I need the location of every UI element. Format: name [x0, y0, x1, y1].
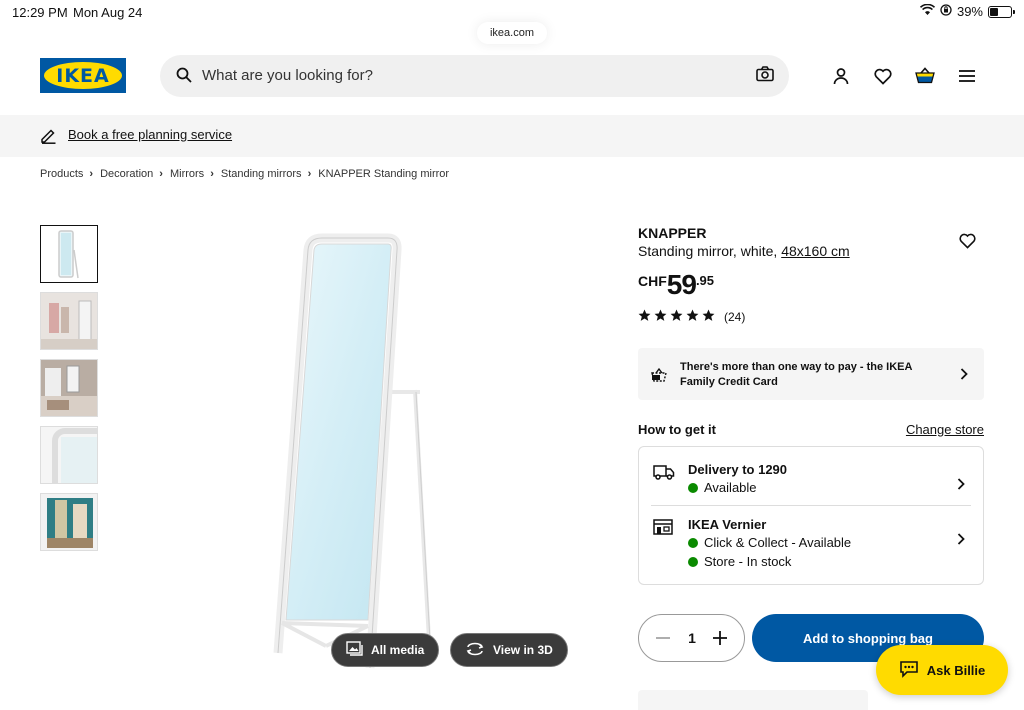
star-icon [654, 309, 667, 325]
product-size-link[interactable]: 48x160 cm [781, 243, 849, 259]
decrease-quantity-button[interactable] [654, 628, 672, 653]
click-collect-status: Click & Collect - Available [688, 535, 851, 550]
planning-banner: Book a free planning service [0, 115, 1024, 157]
breadcrumb-item[interactable]: Decoration [100, 168, 153, 180]
star-icon [702, 309, 715, 325]
profile-icon[interactable] [831, 66, 851, 86]
click-collect-text: Click & Collect - Available [704, 535, 852, 550]
chevron-right-icon [960, 367, 968, 385]
chat-bubble-icon [899, 660, 919, 681]
battery-icon [988, 5, 1015, 18]
camera-search-icon[interactable] [756, 66, 774, 87]
star-icon [670, 309, 683, 325]
shopping-bag-icon[interactable] [915, 66, 935, 86]
review-count: (24) [724, 310, 746, 324]
product-info: KNAPPER Standing mirror, white, 48x160 c… [638, 225, 984, 325]
rating[interactable]: (24) [638, 309, 984, 325]
orientation-lock-icon [940, 4, 952, 19]
thumbnail-list [40, 225, 98, 560]
how-to-get-heading: How to get it [638, 422, 716, 437]
view-3d-button[interactable]: View in 3D [450, 633, 568, 667]
thumbnail-mirror-front[interactable] [40, 225, 98, 283]
pencil-icon [40, 127, 57, 149]
star-icon [638, 309, 651, 325]
add-to-favorites-heart-icon[interactable] [959, 233, 976, 254]
delivery-row[interactable]: Delivery to 1290 Available [651, 462, 971, 502]
credit-card-promo[interactable]: There's more than one way to pay - the I… [638, 348, 984, 400]
thumbnail-frame-closeup[interactable] [40, 426, 98, 484]
quantity-stepper: 1 [638, 614, 745, 662]
status-bar: 12:29 PM Mon Aug 24 39% [0, 0, 1024, 24]
product-description: Standing mirror, white, 48x160 cm [638, 243, 984, 259]
all-media-button[interactable]: All media [331, 633, 440, 667]
rotate-3d-icon [465, 642, 485, 659]
price-currency: CHF [638, 273, 667, 289]
quantity-value[interactable]: 1 [686, 630, 698, 646]
site-header: IKEA What are you looking for? [0, 50, 1024, 110]
divider [651, 505, 971, 506]
chevron-right-icon [957, 477, 965, 495]
breadcrumb-item[interactable]: KNAPPER Standing mirror [318, 168, 449, 180]
search-input[interactable]: What are you looking for? [160, 55, 789, 97]
store-icon [653, 519, 673, 540]
planning-service-link[interactable]: Book a free planning service [68, 127, 232, 142]
star-icon [686, 309, 699, 325]
product-type: Standing mirror, white, [638, 243, 778, 259]
increase-quantity-button[interactable] [711, 628, 729, 653]
product-name: KNAPPER [638, 225, 707, 241]
wifi-icon [919, 3, 936, 19]
mirror-illustration [273, 233, 432, 669]
status-date: Mon Aug 24 [73, 5, 143, 20]
status-right: 39% [919, 3, 1015, 19]
delivery-title: Delivery to 1290 [688, 462, 788, 477]
delivery-status-text: Available [704, 480, 757, 495]
thumbnail-room-clothes[interactable] [40, 292, 98, 350]
product-main-image[interactable] [240, 228, 582, 683]
additional-section-peek [638, 690, 868, 710]
battery-percent: 39% [956, 4, 983, 19]
product-price: CHF 59 .95 [638, 271, 984, 299]
store-title: IKEA Vernier [688, 517, 767, 532]
thumbnail-hallway[interactable] [40, 493, 98, 551]
logo-text: IKEA [56, 64, 110, 87]
change-store-link[interactable]: Change store [906, 422, 984, 437]
delivery-status: Available [688, 480, 757, 495]
in-stock-dot [688, 556, 698, 567]
store-row[interactable]: IKEA Vernier Click & Collect - Available… [651, 517, 971, 575]
payment-text: There's more than one way to pay - the I… [680, 361, 913, 388]
available-dot [688, 482, 698, 493]
price-decimal: .95 [695, 273, 715, 288]
image-gallery-icon [346, 641, 363, 659]
menu-hamburger-icon[interactable] [957, 66, 977, 86]
ask-billie-label: Ask Billie [926, 662, 986, 678]
status-time: 12:29 PM [12, 5, 68, 20]
breadcrumb-item[interactable]: Mirrors [170, 168, 204, 180]
chevron-right-icon [957, 532, 965, 550]
availability-box: Delivery to 1290 Available IKEA Vernier … [638, 446, 984, 585]
view-3d-label: View in 3D [493, 643, 553, 657]
breadcrumb-item[interactable]: Standing mirrors [221, 168, 302, 180]
price-integer: 59 [666, 269, 697, 300]
ask-billie-button[interactable]: Ask Billie [876, 645, 1008, 695]
how-to-get-it: How to get it Change store [638, 422, 984, 437]
available-dot [688, 537, 698, 548]
in-store-text: Store - In stock [704, 554, 792, 569]
ikea-logo[interactable]: IKEA [40, 58, 126, 93]
thumbnail-bedroom[interactable] [40, 359, 98, 417]
payment-icon [650, 367, 668, 388]
breadcrumb: Products › Decoration › Mirrors › Standing … [40, 168, 450, 180]
all-media-label: All media [371, 643, 425, 657]
search-icon [176, 67, 192, 88]
breadcrumb-item[interactable]: Products [40, 168, 83, 180]
delivery-truck-icon [653, 464, 675, 485]
favorites-heart-icon[interactable] [873, 66, 893, 86]
url-bar[interactable]: ikea.com [477, 22, 547, 44]
search-placeholder: What are you looking for? [202, 67, 373, 84]
in-store-status: Store - In stock [688, 554, 791, 569]
